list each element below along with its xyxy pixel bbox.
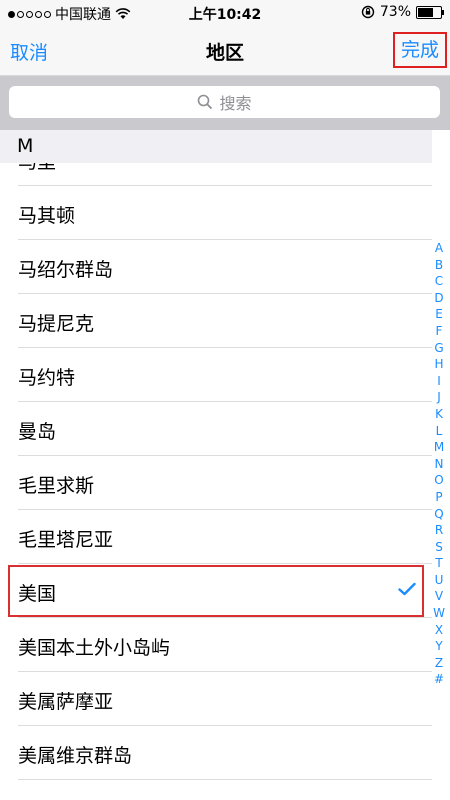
list-item-label: 美属萨摩亚	[18, 691, 114, 713]
index-letter[interactable]: M	[434, 439, 444, 456]
index-letter[interactable]: Q	[434, 506, 443, 523]
index-letter[interactable]: Z	[435, 655, 443, 672]
search-area: 搜索	[0, 76, 450, 130]
list-item[interactable]: 毛里塔尼亚	[0, 510, 432, 564]
list-item[interactable]: 曼岛	[0, 402, 432, 456]
region-list: M 马里马其顿马绍尔群岛马提尼克马约特曼岛毛里求斯毛里塔尼亚美国美国本土外小岛屿…	[0, 130, 450, 800]
list-item[interactable]: 马其顿	[0, 186, 432, 240]
index-letter[interactable]: O	[434, 472, 443, 489]
index-letter[interactable]: J	[437, 389, 441, 406]
index-letter[interactable]: Y	[435, 638, 442, 655]
battery-percent: 73%	[379, 4, 411, 20]
index-letter[interactable]: L	[436, 423, 443, 440]
list-item[interactable]: 马提尼克	[0, 294, 432, 348]
list-item[interactable]: 马绍尔群岛	[0, 240, 432, 294]
index-letter[interactable]: H	[434, 356, 443, 373]
list-item-label: 马提尼克	[18, 313, 95, 335]
index-letter[interactable]: B	[435, 257, 443, 274]
index-letter[interactable]: W	[433, 605, 445, 622]
battery-icon	[416, 5, 444, 19]
list-item[interactable]: 美国本土外小岛屿	[0, 618, 432, 672]
index-letter[interactable]: A	[435, 240, 443, 257]
list-item-label: 毛里求斯	[18, 475, 95, 497]
index-letter[interactable]: D	[434, 290, 443, 307]
index-letter[interactable]: C	[435, 273, 443, 290]
status-right: 73%	[361, 4, 444, 20]
list-item-label: 马其顿	[18, 205, 76, 227]
index-letter[interactable]: R	[435, 522, 443, 539]
index-letter[interactable]: #	[434, 671, 444, 688]
list-item-label: 马绍尔群岛	[18, 259, 114, 281]
index-letter[interactable]: G	[434, 340, 443, 357]
list-item-label: 美国本土外小岛屿	[18, 637, 171, 659]
alphabet-index[interactable]: A B C D E F G H I J K L M N O P Q R S T U V W X Y Z #	[428, 240, 450, 688]
index-letter[interactable]: V	[435, 588, 443, 605]
search-placeholder: 搜索	[219, 94, 252, 113]
index-letter[interactable]: U	[435, 572, 444, 589]
orientation-lock-icon	[361, 5, 375, 19]
list-item-selected[interactable]: 美国	[0, 564, 432, 618]
search-icon	[198, 94, 213, 110]
list-item-label: 美属维京群岛	[18, 745, 133, 767]
done-button[interactable]: 完成	[393, 32, 447, 68]
checkmark-icon	[398, 582, 416, 596]
list-item[interactable]: 美属萨摩亚	[0, 672, 432, 726]
index-letter[interactable]: K	[435, 406, 443, 423]
index-letter[interactable]: T	[435, 555, 442, 572]
status-bar: 中国联通 上午10:42 73%	[0, 0, 450, 26]
search-input[interactable]: 搜索	[9, 86, 440, 118]
index-letter[interactable]: F	[436, 323, 443, 340]
selection-highlight	[8, 565, 424, 617]
index-letter[interactable]: S	[435, 539, 443, 556]
index-letter[interactable]: E	[435, 306, 443, 323]
list-item[interactable]: 蒙古	[0, 780, 432, 800]
navigation-bar: 取消 地区 完成	[0, 26, 450, 76]
index-letter[interactable]: I	[437, 373, 441, 390]
section-header: M	[0, 130, 432, 163]
list-item[interactable]: 毛里求斯	[0, 456, 432, 510]
list-item-label: 蒙古	[18, 795, 56, 800]
index-letter[interactable]: N	[435, 456, 444, 473]
index-letter[interactable]: P	[435, 489, 442, 506]
list-item[interactable]: 马约特	[0, 348, 432, 402]
list-item[interactable]: 美属维京群岛	[0, 726, 432, 780]
list-item-label: 马约特	[18, 367, 76, 389]
list-item-label: 曼岛	[18, 421, 57, 443]
page-title: 地区	[205, 42, 244, 64]
index-letter[interactable]: X	[435, 622, 443, 639]
list-item-label: 毛里塔尼亚	[18, 529, 114, 551]
